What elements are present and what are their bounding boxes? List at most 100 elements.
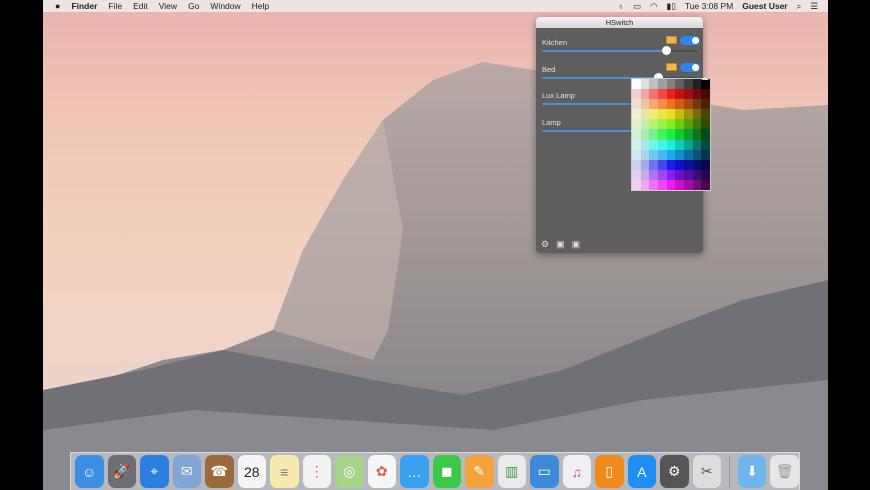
menu-window[interactable]: Window [210, 1, 240, 11]
menu-file[interactable]: File [108, 1, 122, 11]
color-picker-grid[interactable] [631, 77, 711, 191]
color-cell[interactable] [675, 169, 684, 180]
dock-downloads[interactable]: ⬇ [737, 455, 767, 488]
device-icon-2[interactable]: ▣ [572, 239, 581, 250]
menu-help[interactable]: Help [252, 1, 269, 11]
color-cell[interactable] [684, 109, 693, 120]
color-cell[interactable] [692, 159, 702, 170]
color-cell[interactable] [684, 149, 693, 160]
color-cell[interactable] [658, 129, 667, 140]
color-cell[interactable] [640, 179, 650, 190]
color-cell[interactable] [692, 169, 702, 180]
color-cell[interactable] [640, 79, 650, 90]
color-cell[interactable] [701, 149, 710, 160]
color-cell[interactable] [632, 159, 641, 170]
color-cell[interactable] [692, 99, 702, 110]
color-cell[interactable] [684, 79, 693, 90]
color-cell[interactable] [632, 139, 641, 150]
color-cell[interactable] [666, 129, 676, 140]
color-cell[interactable] [701, 79, 710, 90]
dock-reminders[interactable]: ⋮ [302, 455, 331, 488]
color-cell[interactable] [675, 139, 684, 150]
color-cell[interactable] [632, 89, 641, 100]
apple-menu-icon[interactable]: ● [55, 1, 60, 11]
color-cell[interactable] [658, 139, 667, 150]
dock-maps[interactable]: ◎ [335, 455, 364, 488]
color-cell[interactable] [640, 139, 650, 150]
color-cell[interactable] [640, 99, 650, 110]
menu-view[interactable]: View [159, 1, 177, 11]
dock-finder[interactable]: ☺ [75, 455, 104, 488]
color-cell[interactable] [649, 129, 658, 140]
dock-numbers[interactable]: ▥ [497, 455, 526, 488]
power-toggle[interactable] [680, 62, 700, 72]
color-cell[interactable] [692, 79, 702, 90]
dock-calendar[interactable]: 28 [237, 455, 266, 488]
color-swatch-button[interactable] [666, 36, 677, 44]
color-cell[interactable] [632, 129, 641, 140]
color-cell[interactable] [658, 179, 667, 190]
color-cell[interactable] [692, 89, 702, 100]
color-cell[interactable] [640, 119, 650, 130]
color-cell[interactable] [692, 119, 702, 130]
menu-go[interactable]: Go [188, 1, 199, 11]
color-cell[interactable] [632, 79, 641, 90]
color-cell[interactable] [675, 149, 684, 160]
device-icon[interactable]: ▣ [556, 239, 565, 250]
color-cell[interactable] [701, 169, 710, 180]
color-cell[interactable] [658, 79, 667, 90]
color-cell[interactable] [692, 179, 702, 190]
color-cell[interactable] [675, 99, 684, 110]
dock-contacts[interactable]: ☎ [205, 455, 234, 488]
slider-knob[interactable] [662, 46, 671, 55]
color-cell[interactable] [666, 119, 676, 130]
color-cell[interactable] [632, 179, 641, 190]
color-cell[interactable] [658, 89, 667, 100]
dock-itunes[interactable]: ♫ [562, 455, 591, 488]
color-cell[interactable] [666, 79, 676, 90]
color-cell[interactable] [701, 119, 710, 130]
color-cell[interactable] [675, 89, 684, 100]
power-toggle[interactable] [680, 36, 700, 45]
color-cell[interactable] [649, 89, 658, 100]
user-menu[interactable]: Guest User [742, 1, 787, 11]
color-cell[interactable] [649, 99, 658, 110]
color-cell[interactable] [632, 149, 641, 160]
color-cell[interactable] [684, 99, 693, 110]
menu-app-finder[interactable]: Finder [71, 1, 97, 11]
dock-safari[interactable]: ⌖ [140, 455, 169, 488]
dock-photos[interactable]: ✿ [367, 455, 396, 488]
color-cell[interactable] [701, 159, 710, 170]
color-cell[interactable] [640, 169, 650, 180]
color-cell[interactable] [684, 139, 693, 150]
color-cell[interactable] [666, 169, 676, 180]
color-cell[interactable] [701, 89, 710, 100]
color-cell[interactable] [649, 79, 658, 90]
dock-keynote[interactable]: ▭ [530, 455, 559, 488]
color-cell[interactable] [632, 169, 641, 180]
color-cell[interactable] [701, 109, 710, 120]
color-cell[interactable] [684, 129, 693, 140]
battery-icon[interactable]: ▮▯ [667, 1, 676, 12]
color-cell[interactable] [658, 149, 667, 160]
color-cell[interactable] [675, 79, 684, 90]
spotlight-icon[interactable]: ⌕ [797, 1, 802, 12]
color-cell[interactable] [666, 139, 676, 150]
color-cell[interactable] [658, 169, 667, 180]
color-cell[interactable] [640, 129, 650, 140]
dock-launchpad[interactable]: 🚀 [107, 455, 136, 488]
color-cell[interactable] [649, 179, 658, 190]
wifi-icon[interactable]: ◠ [650, 1, 657, 12]
color-cell[interactable] [666, 99, 676, 110]
dock-system-preferences[interactable]: ⚙ [660, 455, 689, 488]
color-cell[interactable] [675, 159, 684, 170]
color-cell[interactable] [649, 159, 658, 170]
color-cell[interactable] [684, 179, 693, 190]
color-cell[interactable] [684, 169, 693, 180]
dock-notes[interactable]: ≡ [270, 455, 299, 488]
color-cell[interactable] [675, 179, 684, 190]
dock-preview[interactable]: ✂ [692, 455, 721, 488]
color-cell[interactable] [658, 159, 667, 170]
brightness-slider[interactable] [542, 46, 697, 55]
color-cell[interactable] [701, 179, 710, 190]
